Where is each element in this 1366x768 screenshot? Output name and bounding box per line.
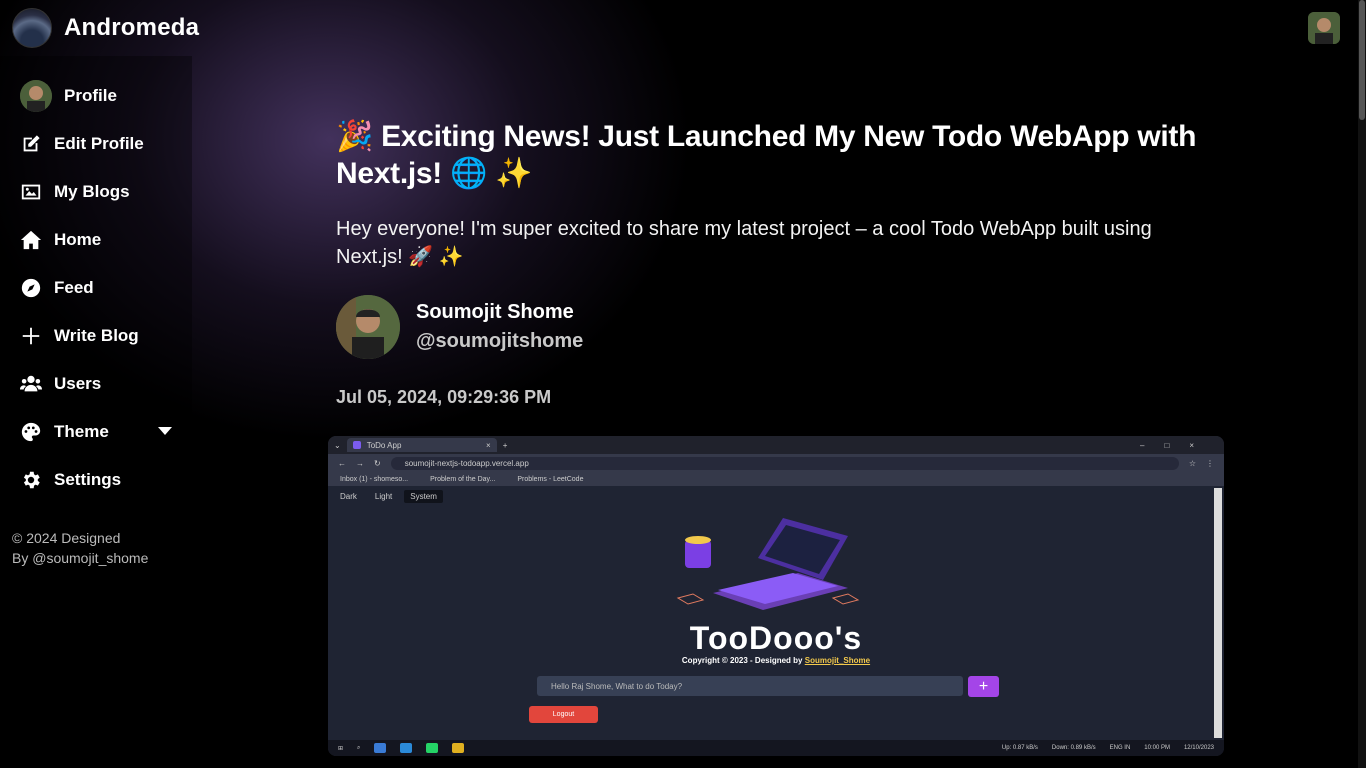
todo-add-button: + — [968, 676, 999, 697]
compass-icon — [20, 277, 42, 299]
browser-addressbar: ← → ↻ soumojit-nextjs-todoapp.vercel.app… — [328, 454, 1224, 472]
sidebar-item-label: Users — [54, 374, 102, 393]
forward-icon: → — [356, 458, 364, 468]
sidebar: Profile Edit Profile My Blogs Home Feed … — [0, 56, 192, 768]
sidebar-item-write-blog[interactable]: Write Blog — [0, 312, 192, 360]
bookmark-item: Problems - LeetCode — [517, 475, 584, 483]
sidebar-item-my-blogs[interactable]: My Blogs — [0, 168, 192, 216]
star-icon: ☆ — [1188, 458, 1196, 468]
inner-scrollbar — [1214, 488, 1222, 738]
todo-app: Dark Light System TooDooo's Copyright © … — [328, 486, 1224, 740]
brand-logo — [12, 8, 52, 48]
browser-tabbar: ⌄ ToDo App × + –□× — [328, 436, 1224, 454]
page: Andromeda Profile Edit Profile My Blogs — [0, 0, 1366, 768]
taskbar-time: 10:00 PM — [1144, 745, 1170, 751]
footer-line-2: By @soumojit_shome — [12, 550, 149, 566]
user-avatar[interactable] — [1308, 12, 1340, 44]
sidebar-item-label: Home — [54, 230, 102, 249]
laptop-illustration — [676, 518, 860, 610]
taskbar-app-icon — [452, 743, 465, 753]
taskbar-app-icon — [400, 743, 413, 753]
back-icon: ← — [338, 458, 346, 468]
sidebar-item-label: Feed — [54, 278, 94, 297]
taskbar-lang: ENG IN — [1109, 745, 1131, 751]
post-title: 🎉 Exciting News! Just Launched My New To… — [336, 120, 1197, 190]
scrollbar-thumb[interactable] — [1359, 0, 1365, 120]
taskbar-date: 12/10/2023 — [1183, 745, 1214, 751]
chevron-down-icon[interactable] — [158, 427, 172, 435]
profile-avatar — [20, 80, 52, 112]
image-icon — [20, 181, 42, 203]
sidebar-item-profile[interactable]: Profile — [0, 72, 192, 120]
tab-title: ToDo App — [366, 440, 402, 450]
copyright-text: Copyright © 2023 - Designed by — [681, 656, 803, 665]
new-tab-icon: + — [502, 440, 508, 450]
bookmark-item: Inbox (1) - shomeso... — [340, 475, 409, 483]
bookmark-item: Problem of the Day... — [430, 475, 496, 483]
users-icon — [20, 373, 42, 395]
sidebar-nav: Profile Edit Profile My Blogs Home Feed … — [0, 56, 192, 504]
copyright-author: Soumojit_Shome — [804, 656, 871, 665]
sidebar-item-label: Write Blog — [54, 326, 139, 345]
taskbar-speed-down: Down: 0.89 kB/s — [1051, 745, 1096, 751]
theme-dark: Dark — [340, 492, 357, 501]
taskbar-search-icon: ⌕ — [357, 744, 361, 751]
sidebar-item-label: Profile — [64, 86, 117, 105]
taskbar-speed-up: Up: 0.87 kB/s — [1001, 745, 1038, 751]
window-controls-icon: –□× — [1140, 440, 1214, 450]
author-name[interactable]: Soumojit Shome — [416, 301, 583, 324]
author-handle[interactable]: @soumojitshome — [416, 330, 583, 353]
footer-line-1: © 2024 Designed — [12, 530, 121, 546]
reload-icon: ↻ — [374, 458, 381, 468]
sidebar-item-edit-profile[interactable]: Edit Profile — [0, 120, 192, 168]
tab-favicon-icon — [352, 441, 361, 449]
theme-light: Light — [374, 492, 393, 501]
sidebar-footer: © 2024 Designed By @soumojit_shome — [12, 528, 148, 568]
bookmarks-bar: Inbox (1) - shomeso... Problem of the Da… — [328, 472, 1224, 486]
page-scrollbar[interactable] — [1358, 0, 1366, 768]
sidebar-item-feed[interactable]: Feed — [0, 264, 192, 312]
theme-switcher: Dark Light System — [334, 490, 443, 503]
sidebar-item-home[interactable]: Home — [0, 216, 192, 264]
post-body: Hey everyone! I'm super excited to share… — [336, 218, 1152, 268]
tab-close-icon: × — [486, 440, 491, 450]
plus-icon — [20, 325, 42, 347]
windows-start-icon: ⊞ — [338, 745, 344, 752]
author-avatar[interactable] — [336, 295, 400, 359]
url-field: soumojit-nextjs-todoapp.vercel.app — [390, 456, 1179, 470]
sidebar-item-theme[interactable]: Theme — [0, 408, 192, 456]
todo-copyright: Copyright © 2023 - Designed by Soumojit_… — [328, 656, 1224, 665]
post-image: ⌄ ToDo App × + –□× ← → ↻ soumojit-nextjs… — [328, 436, 1224, 756]
post-author[interactable]: Soumojit Shome @soumojitshome — [336, 295, 1216, 359]
browser-menu-icon: ⌄ — [334, 440, 341, 450]
taskbar-app-icon — [426, 743, 439, 753]
post-date: Jul 05, 2024, 09:29:36 PM — [336, 387, 552, 407]
more-icon: ⋮ — [1206, 458, 1214, 468]
todo-logout-button: Logout — [529, 706, 598, 723]
browser-tab: ToDo App × — [346, 438, 497, 452]
sidebar-item-label: Settings — [54, 470, 122, 489]
sidebar-item-label: Edit Profile — [54, 134, 144, 153]
windows-taskbar: ⊞ ⌕ Up: 0.87 kB/s Down: 0.89 kB/s ENG IN… — [328, 740, 1224, 756]
home-icon — [20, 229, 42, 251]
palette-icon — [20, 421, 42, 443]
taskbar-app-icon — [374, 743, 387, 753]
edit-icon — [20, 133, 42, 155]
theme-system: System — [404, 490, 443, 503]
gear-icon — [20, 469, 42, 491]
todo-input: Hello Raj Shome, What to do Today? — [537, 676, 963, 696]
app-title: Andromeda — [64, 14, 200, 41]
post: 🎉 Exciting News! Just Launched My New To… — [336, 118, 1216, 408]
sidebar-item-users[interactable]: Users — [0, 360, 192, 408]
sidebar-item-label: Theme — [54, 422, 109, 441]
todo-app-title: TooDooo's — [689, 620, 863, 656]
brand[interactable]: Andromeda — [12, 8, 199, 48]
sidebar-item-settings[interactable]: Settings — [0, 456, 192, 504]
sidebar-item-label: My Blogs — [54, 182, 130, 201]
